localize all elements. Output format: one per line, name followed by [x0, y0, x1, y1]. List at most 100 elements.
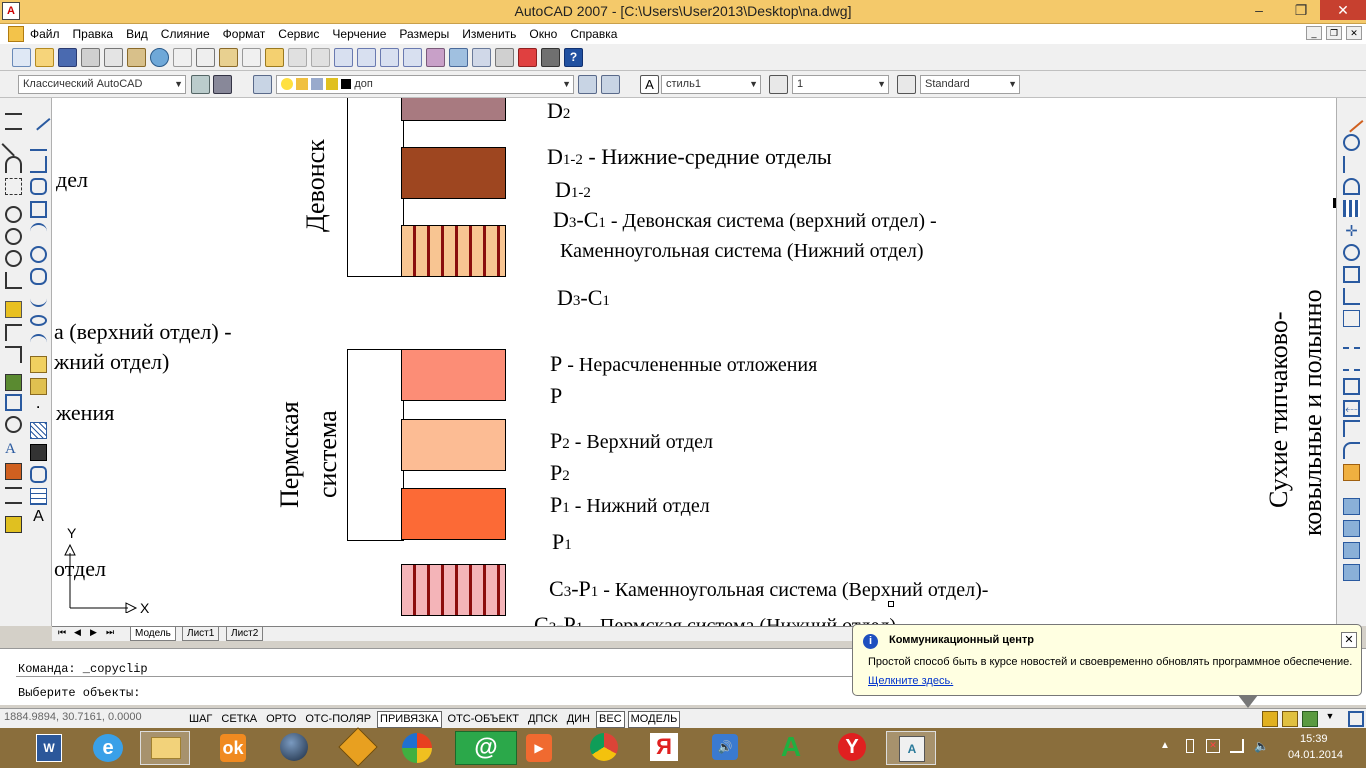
globe-icon[interactable] [150, 48, 169, 67]
draw-order-icon[interactable] [1343, 498, 1360, 515]
menu-tools[interactable]: Сервис [278, 26, 319, 42]
mail-at-icon[interactable]: @ [455, 731, 517, 765]
copy-icon[interactable] [196, 48, 215, 67]
mirror-icon[interactable] [1343, 156, 1360, 173]
dim-jogged-icon[interactable] [5, 228, 22, 245]
yandex-y-icon[interactable]: Я [638, 731, 688, 765]
construction-line-icon[interactable] [30, 134, 47, 151]
bring-front-icon[interactable] [1343, 520, 1360, 537]
dim-arc-icon[interactable] [5, 156, 22, 173]
menu-help[interactable]: Справка [570, 26, 617, 42]
revcloud-icon[interactable] [30, 268, 47, 285]
move-icon[interactable]: ✛ [1343, 222, 1360, 240]
toggle-osnap[interactable]: ПРИВЯЗКА [377, 711, 442, 728]
odnoklassniki-icon[interactable]: ok [208, 731, 258, 765]
minimize-button[interactable]: – [1244, 0, 1274, 20]
save-icon[interactable] [58, 48, 77, 67]
insert-block-icon[interactable] [30, 356, 47, 373]
text-style-icon[interactable]: A [640, 75, 659, 94]
toggle-dyn[interactable]: ДИН [564, 711, 593, 728]
layer-manager-icon[interactable] [253, 75, 272, 94]
extend-icon[interactable] [1343, 332, 1360, 349]
design-center-icon[interactable] [449, 48, 468, 67]
dim-style-icon[interactable] [5, 516, 22, 533]
dim-radius-icon[interactable] [5, 206, 22, 223]
trim-icon[interactable] [1343, 310, 1360, 327]
dim-continue-icon[interactable] [5, 346, 22, 363]
new-icon[interactable] [12, 48, 31, 67]
text-style-select[interactable]: стиль1 ▼ [661, 75, 761, 94]
workspace-icon[interactable] [213, 75, 232, 94]
calculator-icon[interactable] [541, 48, 560, 67]
circle-icon[interactable] [30, 246, 47, 263]
tool-palettes-icon[interactable] [472, 48, 491, 67]
network-icon[interactable] [1230, 739, 1244, 753]
menu-file[interactable]: Файл [30, 26, 60, 42]
toggle-model[interactable]: МОДЕЛЬ [627, 711, 681, 728]
dim-diameter-icon[interactable] [5, 250, 22, 267]
lock-icon[interactable] [1282, 711, 1298, 727]
help-icon[interactable]: ? [564, 48, 583, 67]
word-icon[interactable]: W [24, 731, 74, 765]
zoom-realtime-icon[interactable] [357, 48, 376, 67]
menu-format[interactable]: Формат [223, 26, 266, 42]
grip-handle[interactable] [888, 601, 894, 607]
match-properties-icon[interactable] [242, 48, 261, 67]
point-icon[interactable]: · [30, 400, 47, 417]
dim-text-edit-icon[interactable] [5, 463, 22, 480]
rotate-icon[interactable] [1343, 244, 1360, 261]
maximize-button[interactable]: ❐ [1286, 0, 1316, 20]
table-style-select[interactable]: Standard ▼ [920, 75, 1020, 94]
menu-modify[interactable]: Изменить [462, 26, 516, 42]
doc-restore-button[interactable]: ❐ [1326, 26, 1342, 40]
clock-date[interactable]: 04.01.2014 [1288, 749, 1343, 761]
layer-previous-icon[interactable] [601, 75, 620, 94]
dim-update-icon[interactable] [5, 487, 22, 504]
messenger-ball-icon[interactable] [392, 731, 442, 765]
close-button[interactable]: ✕ [1320, 0, 1366, 20]
properties-icon[interactable] [426, 48, 445, 67]
explorer-icon[interactable] [140, 731, 190, 765]
clock-time[interactable]: 15:39 [1300, 733, 1328, 745]
undo-icon[interactable] [288, 48, 307, 67]
doc-close-button[interactable]: ✕ [1346, 26, 1362, 40]
stretch-icon[interactable] [1343, 288, 1360, 305]
leader-icon[interactable] [5, 374, 22, 391]
autocad-icon[interactable]: A [886, 731, 936, 765]
zoom-previous-icon[interactable] [403, 48, 422, 67]
balloon-close-button[interactable]: ✕ [1341, 632, 1357, 648]
ellipse-arc-icon[interactable] [30, 334, 47, 351]
volume-icon[interactable]: 🔊 [700, 731, 750, 765]
media-cross-icon[interactable] [332, 727, 382, 767]
balloon-link[interactable]: Щелкните здесь. [868, 675, 953, 687]
chamfer-icon[interactable]: ⤎ [1343, 402, 1360, 419]
trusted-icon[interactable] [1302, 711, 1318, 727]
publish-icon[interactable] [127, 48, 146, 67]
menu-dimensions[interactable]: Размеры [399, 26, 449, 42]
fillet-round-icon[interactable] [1343, 442, 1360, 459]
print-preview-icon[interactable] [104, 48, 123, 67]
workspace-select[interactable]: Классический AutoCAD ▼ [18, 75, 186, 94]
clean-screen-icon[interactable] [1348, 711, 1364, 727]
status-menu-arrow-icon[interactable]: ▼ [1322, 711, 1338, 727]
tolerance-icon[interactable] [5, 394, 22, 411]
green-a-icon[interactable]: A [765, 731, 815, 765]
dim-scale-select[interactable]: 1 ▼ [792, 75, 889, 94]
tab-model[interactable]: Модель [130, 627, 176, 641]
tab-sheet1[interactable]: Лист1 [182, 627, 220, 641]
dim-baseline-icon[interactable] [5, 324, 22, 341]
menu-edit[interactable]: Правка [73, 26, 114, 42]
block-editor-icon[interactable] [265, 48, 284, 67]
yandex-browser-icon[interactable]: Y [826, 731, 876, 765]
toggle-snap[interactable]: ШАГ [186, 711, 215, 728]
bring-above-icon[interactable] [1343, 564, 1360, 581]
region-icon[interactable] [30, 466, 47, 483]
make-layer-current-icon[interactable] [578, 75, 597, 94]
drawing-canvas[interactable]: дел а (верхний отдел) - жний отдел) жени… [52, 98, 1337, 626]
redo-icon[interactable] [311, 48, 330, 67]
tab-prev-icon[interactable]: ◀ [74, 627, 81, 638]
polyline-icon[interactable] [30, 156, 47, 173]
cut-icon[interactable] [173, 48, 192, 67]
action-center-icon[interactable]: ✕ [1206, 739, 1220, 753]
toggle-ortho[interactable]: ОРТО [263, 711, 299, 728]
